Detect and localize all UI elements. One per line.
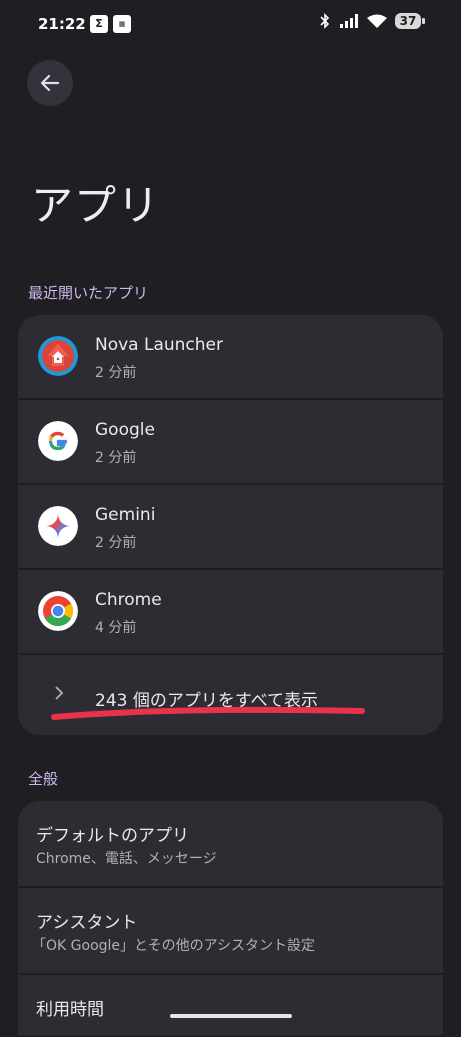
screen-time-item[interactable]: 利用時間 — [18, 975, 443, 1035]
app-last-used: 2 分前 — [95, 535, 137, 551]
red-underline-annotation — [51, 706, 365, 720]
battery-indicator: 37 — [395, 13, 425, 29]
gemini-icon — [38, 506, 78, 546]
signal-icon — [340, 14, 358, 28]
app-last-used: 2 分前 — [95, 450, 137, 466]
nova-launcher-icon — [38, 336, 78, 376]
item-subtitle: 「OK Google」とその他のアシスタント設定 — [32, 938, 316, 954]
item-title: 利用時間 — [36, 1000, 104, 1020]
wifi-icon — [367, 14, 387, 28]
assistant-item[interactable]: アシスタント 「OK Google」とその他のアシスタント設定 — [18, 888, 443, 973]
app-row-google[interactable]: Google 2 分前 — [18, 400, 443, 483]
section-label-general: 全般 — [28, 770, 59, 788]
status-right: 37 — [319, 13, 425, 29]
app-last-used: 2 分前 — [95, 365, 137, 381]
general-card: デフォルトのアプリ Chrome、電話、メッセージ アシスタント 「OK Goo… — [18, 801, 443, 1037]
app-row-gemini[interactable]: Gemini 2 分前 — [18, 485, 443, 568]
recent-apps-card: Nova Launcher 2 分前 Google 2 分前 Gemini 2 … — [18, 315, 443, 737]
chrome-icon — [38, 591, 78, 631]
app-row-nova-launcher[interactable]: Nova Launcher 2 分前 — [18, 315, 443, 398]
section-label-recent: 最近開いたアプリ — [28, 284, 149, 302]
home-indicator[interactable] — [170, 1014, 292, 1018]
app-name: Chrome — [95, 590, 162, 610]
item-title: アシスタント — [36, 913, 138, 933]
status-time: 21:22 — [38, 15, 86, 33]
item-subtitle: Chrome、電話、メッセージ — [36, 851, 217, 867]
bluetooth-icon — [320, 13, 330, 29]
status-bar: 21:22 Σ ▦ 37 — [0, 0, 461, 48]
news-icon: ▦ — [113, 15, 131, 33]
arrow-left-icon — [40, 74, 60, 92]
back-button[interactable] — [27, 60, 73, 106]
item-title: デフォルトのアプリ — [36, 826, 189, 846]
default-apps-item[interactable]: デフォルトのアプリ Chrome、電話、メッセージ — [18, 801, 443, 886]
chevron-right-icon — [55, 686, 64, 700]
app-row-chrome[interactable]: Chrome 4 分前 — [18, 570, 443, 653]
page-title: アプリ — [31, 181, 161, 230]
app-last-used: 4 分前 — [95, 620, 137, 636]
app-name: Google — [95, 420, 155, 440]
show-all-apps-button[interactable]: 243 個のアプリをすべて表示 — [18, 655, 443, 735]
app-name: Nova Launcher — [95, 335, 224, 355]
sigma-icon: Σ — [90, 15, 108, 33]
google-icon — [38, 421, 78, 461]
app-name: Gemini — [95, 505, 156, 525]
